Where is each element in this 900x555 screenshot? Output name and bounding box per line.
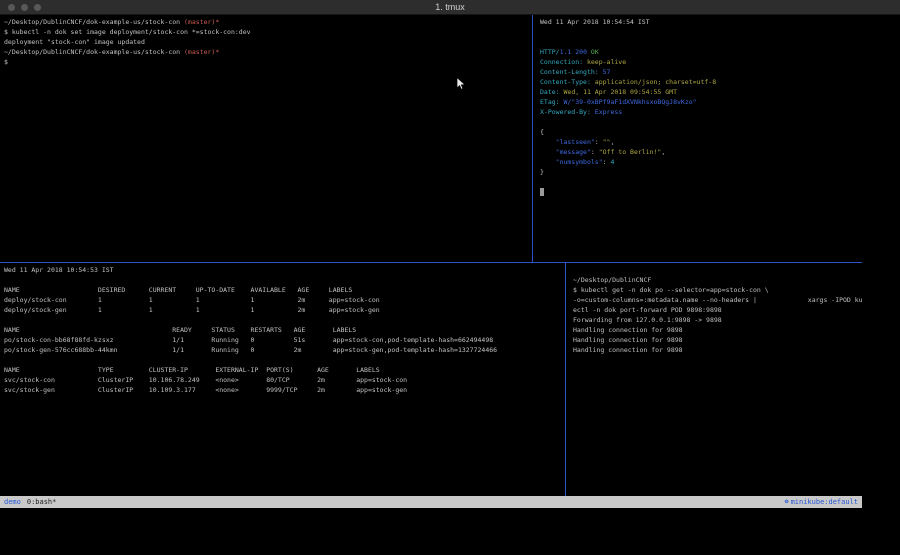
terminal-line [540,177,862,187]
tmux-window-tab[interactable]: 0:bash* [27,496,57,508]
terminal-line: "message": "Off to Berlin!", [540,147,862,157]
terminal-line: deployment "stock-con" image updated [4,37,531,47]
pane-kubectl-get-watch[interactable]: Wed 11 Apr 2018 10:54:53 IST NAME DESIRE… [0,263,564,496]
terminal-line: Date: Wed, 11 Apr 2018 09:54:55 GMT [540,87,862,97]
terminal-line [540,117,862,127]
terminal-line: ~/Desktop/DublinCNCF/dok-example-us/stoc… [4,47,531,57]
mouse-pointer-icon [456,77,466,91]
terminal-line: NAME READY STATUS RESTARTS AGE LABELS [4,325,564,335]
kube-context: ☸minikube:default [782,496,858,508]
terminal-line: ETag: W/"39-0xBPf9aF1dXVNkhsxoBQgJ8vKzo" [540,97,862,107]
terminal-line: $ [4,57,531,67]
terminal-line [573,265,862,275]
terminal-line: ~/Desktop/DublinCNCF [573,275,862,285]
terminal-line [540,187,862,197]
terminal-line: svc/stock-gen ClusterIP 10.109.3.177 <no… [4,385,564,395]
window-title: 1. tmux [0,0,900,14]
window-titlebar: 1. tmux [0,0,900,15]
terminal-line: NAME DESIRED CURRENT UP-TO-DATE AVAILABL… [4,285,564,295]
tmux-session-name: demo [4,496,21,508]
pane-border-vertical-top[interactable] [532,15,533,262]
terminal-window: 1. tmux ~/Desktop/DublinCNCF/dok-example… [0,0,900,555]
terminal-line: deploy/stock-gen 1 1 1 1 2m app=stock-ge… [4,305,564,315]
terminal-line: X-Powered-By: Express [540,107,862,117]
terminal-line [540,37,862,47]
terminal-line: HTTP/1.1 200 OK [540,47,862,57]
pane-port-forward[interactable]: ~/Desktop/DublinCNCF$ kubectl get -n dok… [569,263,862,496]
kube-context-label: minikube:default [791,498,858,506]
terminal-line: NAME TYPE CLUSTER-IP EXTERNAL-IP PORT(S)… [4,365,564,375]
terminal-line: $ kubectl get -n dok po --selector=app=s… [573,285,862,295]
terminal-line [4,275,564,285]
terminal-line [540,27,862,37]
terminal-line: ectl -n dok port-forward POD 9898:9898 [573,305,862,315]
terminal-line: Forwarding from 127.0.0.1:9898 -> 9898 [573,315,862,325]
terminal-line: Content-Type: application/json; charset=… [540,77,862,87]
terminal-line: Handling connection for 9898 [573,325,862,335]
terminal-line: svc/stock-con ClusterIP 10.106.78.249 <n… [4,375,564,385]
terminal-line: ~/Desktop/DublinCNCF/dok-example-us/stoc… [4,17,531,27]
terminal-line: } [540,167,862,177]
terminal-line: Content-Length: 57 [540,67,862,77]
terminal-line: po/stock-con-bb68f88fd-kzsxz 1/1 Running… [4,335,564,345]
terminal-line [4,355,564,365]
tmux-status-bar: demo 0:bash* ☸minikube:default [0,496,862,508]
terminal-line: Handling connection for 9898 [573,345,862,355]
terminal-line: Wed 11 Apr 2018 10:54:54 IST [540,17,862,27]
terminal-line: "lastseen": "", [540,137,862,147]
pane-border-vertical-bottom[interactable] [565,263,566,496]
terminal-line [4,315,564,325]
terminal-line: Wed 11 Apr 2018 10:54:53 IST [4,265,564,275]
pane-http-response[interactable]: Wed 11 Apr 2018 10:54:54 IST HTTP/1.1 20… [536,15,862,262]
pane-shell-kubectl-set-image[interactable]: ~/Desktop/DublinCNCF/dok-example-us/stoc… [0,15,531,262]
terminal-line: Connection: keep-alive [540,57,862,67]
terminal-line: { [540,127,862,137]
kube-context-icon: ☸ [784,498,788,506]
terminal-line: "numsymbols": 4 [540,157,862,167]
terminal-line: po/stock-gen-576cc688bb-44kmn 1/1 Runnin… [4,345,564,355]
terminal-line: -o=custom-columns=:metadata.name --no-he… [573,295,862,305]
terminal-line: Handling connection for 9898 [573,335,862,345]
terminal-line: $ kubectl -n dok set image deployment/st… [4,27,531,37]
tmux-terminal: ~/Desktop/DublinCNCF/dok-example-us/stoc… [0,15,862,508]
terminal-line: deploy/stock-con 1 1 1 1 2m app=stock-co… [4,295,564,305]
